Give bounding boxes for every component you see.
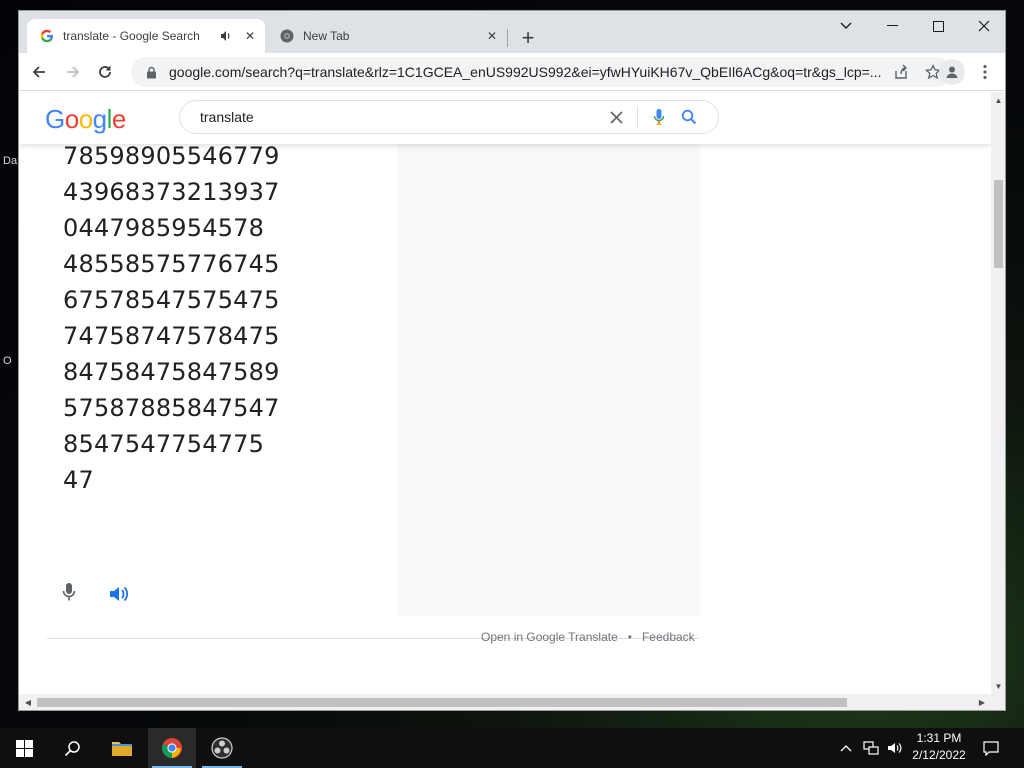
scroll-up-arrow-icon[interactable]: ▲ — [991, 94, 1005, 106]
clock-date: 2/12/2022 — [912, 748, 966, 762]
voice-search-icon[interactable] — [644, 102, 674, 132]
obs-taskbar-button[interactable] — [198, 728, 246, 768]
chrome-icon — [279, 28, 295, 44]
desktop-icon-label: O — [3, 355, 12, 367]
microphone-icon[interactable] — [57, 580, 81, 604]
translation-output-line: 67578547575475 — [63, 286, 280, 314]
logo-letter: G — [45, 104, 65, 134]
network-icon[interactable] — [860, 728, 882, 768]
share-icon[interactable] — [887, 58, 915, 86]
profile-avatar-icon[interactable] — [939, 59, 965, 85]
logo-text: Google — [45, 104, 126, 134]
close-tab-icon[interactable]: ✕ — [241, 27, 259, 45]
show-hidden-icons-chevron-icon[interactable] — [836, 728, 856, 768]
feedback-link[interactable]: Feedback — [642, 630, 695, 644]
translation-output-line: 8547547754775 — [63, 430, 265, 458]
translation-output-line: 0447985954578 — [63, 214, 265, 242]
tab-new-tab[interactable]: New Tab ✕ — [267, 19, 507, 53]
tab-title: translate - Google Search — [63, 29, 200, 43]
tab-search-icon[interactable] — [823, 11, 869, 41]
clear-icon[interactable] — [601, 102, 631, 132]
logo-letter: o — [78, 104, 93, 134]
magnifier-icon — [64, 740, 80, 756]
vertical-scroll-thumb[interactable] — [994, 180, 1003, 268]
horizontal-scrollbar[interactable]: ◀ ▶ — [19, 694, 1005, 710]
translation-output-line: 48558575776745 — [63, 250, 280, 278]
forward-button[interactable] — [59, 58, 87, 86]
volume-icon[interactable] — [884, 728, 906, 768]
translate-source-panel — [397, 144, 700, 616]
scroll-left-arrow-icon[interactable]: ◀ — [21, 694, 35, 710]
logo-letter: o — [64, 104, 79, 134]
obs-icon — [211, 737, 233, 759]
notification-center-icon[interactable] — [978, 728, 1004, 768]
windows-taskbar: 1:31 PM 2/12/2022 — [0, 728, 1024, 768]
folder-icon — [112, 742, 132, 756]
horizontal-scroll-thumb[interactable] — [37, 698, 847, 707]
translation-output-line: 47 — [63, 466, 94, 494]
chrome-logo-icon — [162, 738, 182, 759]
maximize-button[interactable] — [915, 11, 961, 41]
separator-dot: • — [627, 630, 632, 644]
vertical-scrollbar[interactable]: ▲ ▼ — [991, 92, 1005, 694]
google-logo[interactable]: Google — [45, 104, 126, 135]
new-tab-button[interactable]: + — [515, 25, 541, 51]
reload-button[interactable] — [91, 58, 119, 86]
listen-speaker-icon[interactable] — [105, 580, 133, 608]
searchbox-divider — [637, 106, 638, 128]
browser-toolbar: google.com/search?q=translate&rlz=1C1GCE… — [19, 53, 1005, 91]
close-tab-icon[interactable]: ✕ — [483, 27, 501, 45]
minimize-button[interactable] — [869, 11, 915, 41]
tab-title: New Tab — [303, 29, 350, 43]
translation-output-line: 43968373213937 — [63, 178, 280, 206]
google-favicon-icon — [39, 28, 55, 44]
open-in-google-translate-link[interactable]: Open in Google Translate — [481, 630, 618, 644]
logo-letter: g — [92, 104, 107, 134]
address-bar[interactable]: google.com/search?q=translate&rlz=1C1GCE… — [131, 57, 951, 87]
desktop-icon-label: Da — [3, 155, 18, 167]
page-content: Google translate 78598905546779 439683732… — [19, 92, 991, 694]
close-window-button[interactable] — [961, 11, 1005, 41]
url-text: google.com/search?q=translate&rlz=1C1GCE… — [169, 64, 882, 80]
lock-icon[interactable] — [141, 66, 161, 79]
system-clock[interactable]: 1:31 PM 2/12/2022 — [906, 730, 972, 766]
translation-output-line: 84758475847589 — [63, 358, 280, 386]
file-explorer-button[interactable] — [98, 728, 146, 768]
search-header: Google translate — [19, 92, 991, 144]
translate-footer: Open in Google Translate • Feedback — [481, 630, 695, 644]
search-query-text: translate — [200, 109, 254, 125]
search-taskbar-button[interactable] — [48, 728, 96, 768]
tab-separator — [507, 29, 508, 47]
scroll-right-arrow-icon[interactable]: ▶ — [975, 694, 989, 710]
more-menu-icon[interactable] — [973, 59, 997, 85]
translation-output-line: 74758747578475 — [63, 322, 280, 350]
back-button[interactable] — [25, 58, 53, 86]
search-icon[interactable] — [674, 102, 704, 132]
scroll-down-arrow-icon[interactable]: ▼ — [991, 680, 1005, 692]
tab-google-search[interactable]: translate - Google Search ✕ — [27, 19, 265, 53]
windows-logo-icon — [15, 739, 33, 757]
tab-strip: translate - Google Search ✕ New Tab ✕ + — [19, 11, 1005, 53]
chrome-window: translate - Google Search ✕ New Tab ✕ + — [18, 10, 1006, 711]
translation-output-line: 57587885847547 — [63, 394, 280, 422]
search-input[interactable]: translate — [179, 100, 719, 134]
speaker-icon[interactable] — [217, 27, 235, 45]
start-button[interactable] — [0, 728, 48, 768]
translation-output: 78598905546779 43968373213937 044798595457… — [63, 138, 280, 498]
chrome-taskbar-button[interactable] — [148, 728, 196, 768]
logo-letter: e — [111, 104, 126, 134]
clock-time: 1:31 PM — [916, 731, 962, 745]
